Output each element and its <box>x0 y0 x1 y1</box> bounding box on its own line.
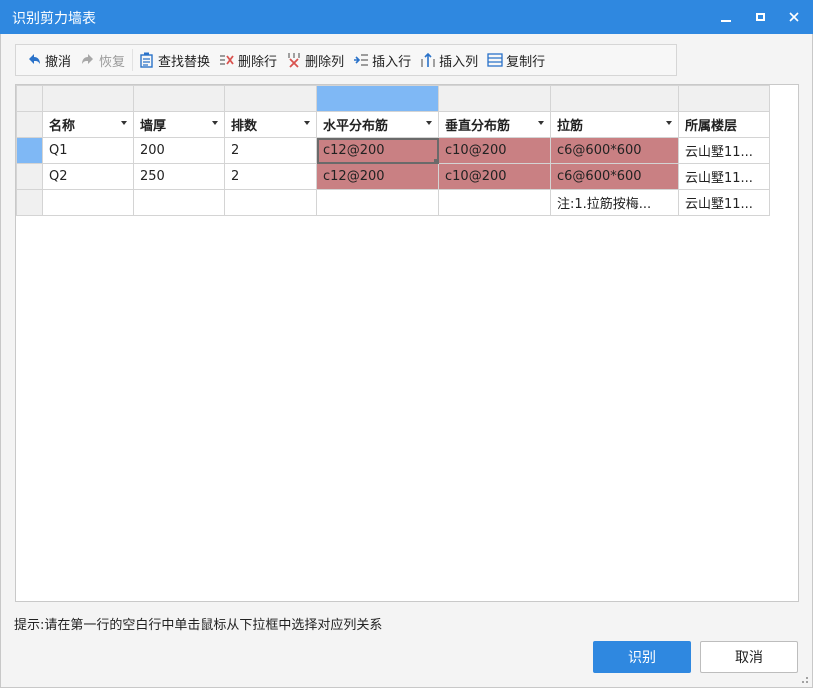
column-selector-selected[interactable] <box>316 85 439 112</box>
table-cell[interactable]: Q1 <box>42 137 134 164</box>
redo-button[interactable]: 恢复 <box>76 47 130 73</box>
header-dropdown[interactable]: 所属楼层 <box>678 111 770 138</box>
dropdown-arrow-icon <box>538 121 544 125</box>
table-cell[interactable]: c6@600*600 <box>550 137 679 164</box>
insert-column-button[interactable]: 插入列 <box>416 47 483 73</box>
table-cell[interactable]: 200 <box>133 137 225 164</box>
table-cell[interactable]: 注:1.拉筋按梅... <box>550 189 679 216</box>
table-cell[interactable]: 云山墅11... <box>678 137 770 164</box>
dropdown-arrow-icon <box>426 121 432 125</box>
minimize-icon <box>721 20 731 22</box>
cancel-button[interactable]: 取消 <box>700 641 798 673</box>
window-title: 识别剪力墙表 <box>12 11 96 27</box>
column-selector[interactable] <box>133 85 225 112</box>
table-cell[interactable] <box>316 189 439 216</box>
hint-text: 提示:请在第一行的空白行中单击鼠标从下拉框中选择对应列关系 <box>14 618 383 633</box>
find-replace-icon <box>140 52 153 68</box>
header-row: 名称 墙厚 排数 水平分布筋 垂直分布筋 拉筋 所属楼层 <box>16 111 770 138</box>
column-selector[interactable] <box>550 85 679 112</box>
header-dropdown[interactable]: 名称 <box>42 111 134 138</box>
table-cell-focused[interactable]: c12@200 <box>316 137 439 164</box>
undo-icon <box>29 54 40 64</box>
title-bar: 识别剪力墙表 <box>0 0 813 34</box>
copy-row-label: 复制行 <box>506 54 546 70</box>
column-selector[interactable] <box>224 85 317 112</box>
column-selector[interactable] <box>42 85 134 112</box>
delete-row-label: 删除行 <box>238 54 278 70</box>
toolbar-separator <box>132 49 134 71</box>
dialog-body: 撤消 恢复 查找替换 删除行 删除列 插入行 插入列 复制行 名称 墙厚 排数 … <box>0 34 813 688</box>
row-header[interactable] <box>16 189 43 216</box>
row-header[interactable] <box>16 137 43 164</box>
table-cell[interactable]: c10@200 <box>438 137 551 164</box>
table-cell[interactable]: 云山墅11... <box>678 163 770 190</box>
header-dropdown[interactable]: 排数 <box>224 111 317 138</box>
table-cell[interactable]: 云山墅11... <box>678 189 770 216</box>
data-grid: 名称 墙厚 排数 水平分布筋 垂直分布筋 拉筋 所属楼层 Q1 200 2 c1… <box>15 84 799 602</box>
table-cell[interactable] <box>438 189 551 216</box>
table-cell[interactable]: 2 <box>224 137 317 164</box>
corner-cell <box>16 85 43 112</box>
copy-row-icon <box>487 53 503 67</box>
insert-row-label: 插入行 <box>372 54 412 70</box>
row-header[interactable] <box>16 111 43 138</box>
delete-row-button[interactable]: 删除行 <box>215 47 282 73</box>
table-cell[interactable] <box>224 189 317 216</box>
table-cell[interactable]: c6@600*600 <box>550 163 679 190</box>
table-cell[interactable] <box>133 189 225 216</box>
delete-column-icon <box>288 53 300 68</box>
redo-label: 恢复 <box>99 54 126 70</box>
redo-icon <box>82 54 94 64</box>
column-selector-row <box>16 85 770 112</box>
wall-table: 名称 墙厚 排数 水平分布筋 垂直分布筋 拉筋 所属楼层 Q1 200 2 c1… <box>16 85 770 216</box>
header-dropdown[interactable]: 水平分布筋 <box>316 111 439 138</box>
dropdown-arrow-icon <box>121 121 127 125</box>
delete-column-button[interactable]: 删除列 <box>282 47 349 73</box>
column-selector[interactable] <box>438 85 551 112</box>
insert-row-button[interactable]: 插入行 <box>349 47 416 73</box>
table-cell[interactable]: c10@200 <box>438 163 551 190</box>
find-replace-button[interactable]: 查找替换 <box>135 47 215 73</box>
insert-column-label: 插入列 <box>439 54 479 70</box>
header-dropdown[interactable]: 墙厚 <box>133 111 225 138</box>
dropdown-arrow-icon <box>212 121 218 125</box>
insert-column-icon <box>421 52 435 67</box>
row-header[interactable] <box>16 163 43 190</box>
table-cell[interactable] <box>42 189 134 216</box>
find-replace-label: 查找替换 <box>158 54 211 70</box>
fill-handle[interactable] <box>434 159 438 163</box>
dropdown-arrow-icon <box>666 121 672 125</box>
table-row: Q1 200 2 c12@200 c10@200 c6@600*600 云山墅1… <box>16 137 770 164</box>
header-dropdown[interactable]: 拉筋 <box>550 111 679 138</box>
dropdown-arrow-icon <box>304 121 310 125</box>
table-cell[interactable]: Q2 <box>42 163 134 190</box>
insert-row-icon <box>354 54 369 66</box>
table-row: Q2 250 2 c12@200 c10@200 c6@600*600 云山墅1… <box>16 163 770 190</box>
table-cell[interactable]: 250 <box>133 163 225 190</box>
toolbar: 撤消 恢复 查找替换 删除行 删除列 插入行 插入列 复制行 <box>15 44 677 76</box>
undo-button[interactable]: 撤消 <box>22 47 76 73</box>
close-icon <box>789 12 799 22</box>
column-selector[interactable] <box>678 85 770 112</box>
maximize-icon <box>755 13 765 21</box>
undo-label: 撤消 <box>45 54 72 70</box>
recognize-button[interactable]: 识别 <box>593 641 691 673</box>
minimize-button[interactable] <box>711 0 741 34</box>
resize-grip-icon[interactable] <box>799 674 809 684</box>
delete-column-label: 删除列 <box>305 54 345 70</box>
copy-row-button[interactable]: 复制行 <box>483 47 550 73</box>
table-cell[interactable]: c12@200 <box>316 163 439 190</box>
table-cell[interactable]: 2 <box>224 163 317 190</box>
table-row: 注:1.拉筋按梅... 云山墅11... <box>16 189 770 216</box>
maximize-button[interactable] <box>745 0 775 34</box>
close-button[interactable] <box>779 0 809 34</box>
delete-row-icon <box>220 55 234 65</box>
header-dropdown[interactable]: 垂直分布筋 <box>438 111 551 138</box>
